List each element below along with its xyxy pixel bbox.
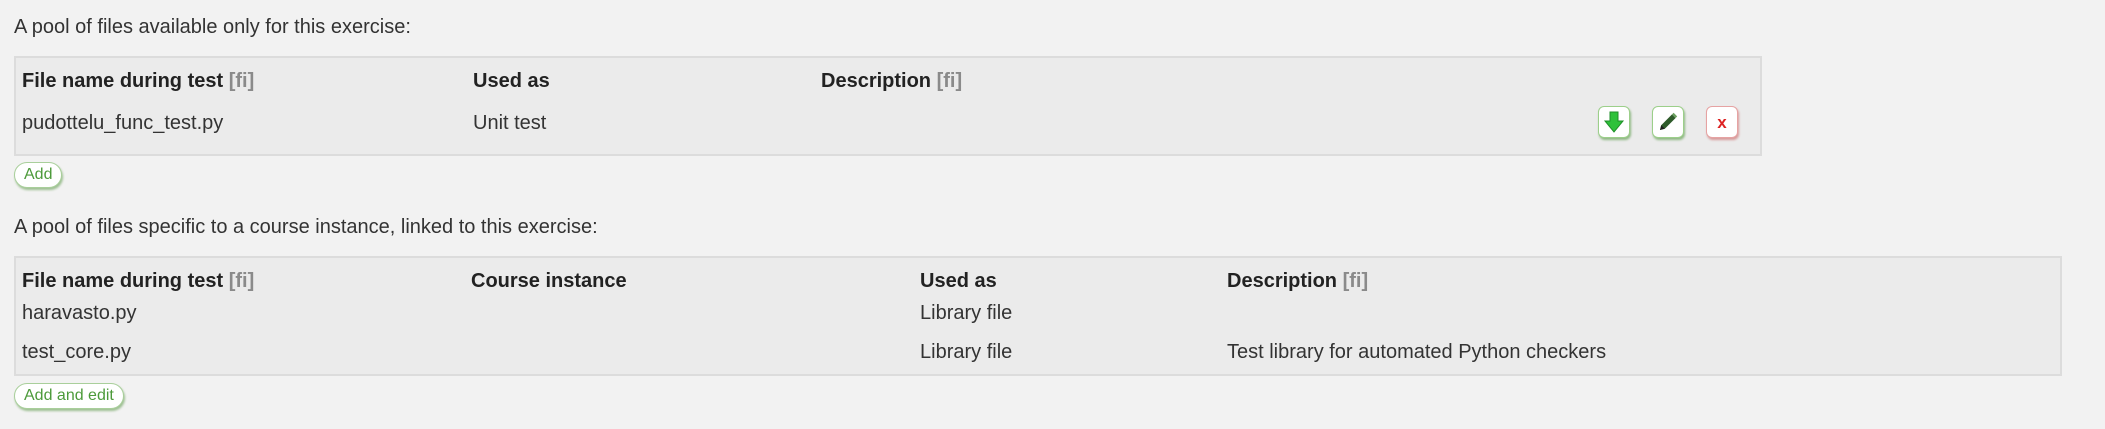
- add-button[interactable]: Add: [14, 162, 63, 188]
- file-name-cell: pudottelu_func_test.py: [22, 112, 224, 134]
- exercise-pool-intro: A pool of files available only for this …: [14, 16, 411, 38]
- description-cell: Test library for automated Python checke…: [1227, 341, 1607, 363]
- add-and-edit-button[interactable]: Add and edit: [14, 383, 124, 409]
- header-used-as: Used as: [473, 70, 550, 92]
- used-as-cell: Library file: [920, 302, 1013, 324]
- header-course-instance: Course instance: [471, 270, 627, 292]
- lang-tag: [fi]: [1342, 270, 1369, 292]
- used-as-cell: Unit test: [473, 112, 547, 134]
- edit-pencil-icon: [1660, 112, 1678, 130]
- exercise-pool-table: File name during test [fi] Used as Descr…: [14, 56, 1762, 156]
- header-description: Description [fi]: [821, 70, 963, 92]
- header-file-name: File name during test [fi]: [22, 70, 255, 92]
- lang-tag: [fi]: [228, 70, 255, 92]
- header-description: Description [fi]: [1227, 270, 1369, 292]
- header-file-name: File name during test [fi]: [22, 270, 255, 292]
- instance-pool-table: File name during test [fi] Course instan…: [14, 256, 2062, 376]
- lang-tag: [fi]: [228, 270, 255, 292]
- edit-button[interactable]: [1652, 106, 1684, 138]
- page: A pool of files available only for this …: [0, 0, 2105, 429]
- delete-x-icon: x: [1717, 112, 1727, 132]
- download-icon: [1603, 111, 1625, 133]
- used-as-cell: Library file: [920, 341, 1013, 363]
- header-used-as: Used as: [920, 270, 997, 292]
- instance-pool-intro: A pool of files specific to a course ins…: [14, 216, 598, 238]
- file-name-cell: haravasto.py: [22, 302, 137, 324]
- download-button[interactable]: [1598, 106, 1630, 138]
- lang-tag: [fi]: [936, 70, 963, 92]
- file-name-cell: test_core.py: [22, 341, 131, 363]
- delete-button[interactable]: x: [1706, 106, 1738, 138]
